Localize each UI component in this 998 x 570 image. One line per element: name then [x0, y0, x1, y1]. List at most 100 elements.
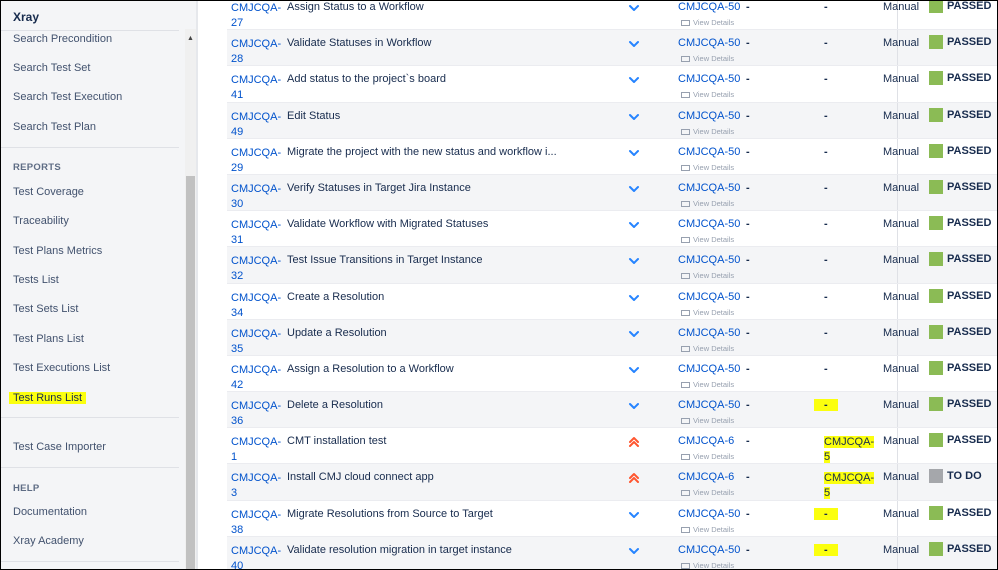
- test-execution-link[interactable]: CMJCQA-50: [678, 254, 740, 266]
- test-key-link[interactable]: CMJCQA- 36: [231, 399, 283, 429]
- test-execution-link[interactable]: CMJCQA-50: [678, 37, 740, 49]
- view-details-label[interactable]: View Details: [693, 452, 734, 461]
- test-key-line1[interactable]: CMJCQA-: [231, 219, 281, 231]
- test-key-line2[interactable]: 36: [231, 415, 243, 427]
- defect-link[interactable]: CMJCQA- 5: [824, 435, 875, 465]
- test-execution-link[interactable]: CMJCQA-6: [678, 471, 734, 483]
- test-key-line1[interactable]: CMJCQA-: [231, 183, 281, 195]
- view-details-link[interactable]: View Details: [681, 54, 734, 63]
- test-key-link[interactable]: CMJCQA- 1: [231, 435, 283, 465]
- test-key-line2[interactable]: 35: [231, 343, 243, 355]
- view-details-label[interactable]: View Details: [693, 235, 734, 244]
- test-key-line1[interactable]: CMJCQA-: [231, 545, 281, 557]
- sidebar-item-test-case-importer[interactable]: Test Case Importer: [13, 441, 106, 453]
- defect-key-line1[interactable]: CMJCQA-: [824, 472, 875, 485]
- sidebar-item-test-plans-metrics[interactable]: Test Plans Metrics: [13, 245, 102, 257]
- test-key-line1[interactable]: CMJCQA-: [231, 364, 281, 376]
- test-key-line2[interactable]: 40: [231, 560, 243, 569]
- view-details-label[interactable]: View Details: [693, 525, 734, 534]
- defect-key-line1[interactable]: CMJCQA-: [824, 436, 875, 449]
- test-key-link[interactable]: CMJCQA- 34: [231, 291, 283, 321]
- view-details-label[interactable]: View Details: [693, 199, 734, 208]
- view-details-link[interactable]: View Details: [681, 127, 734, 136]
- view-details-label[interactable]: View Details: [693, 344, 734, 353]
- test-key-line2[interactable]: 41: [231, 89, 243, 101]
- sidebar-item-search-test-execution[interactable]: Search Test Execution: [13, 91, 122, 103]
- view-details-link[interactable]: View Details: [681, 344, 734, 353]
- test-key-line1[interactable]: CMJCQA-: [231, 111, 281, 123]
- test-execution-link[interactable]: CMJCQA-50: [678, 291, 740, 303]
- scroll-up-arrow-icon[interactable]: ▲: [187, 35, 194, 42]
- test-key-line2[interactable]: 31: [231, 234, 243, 246]
- sidebar-item-search-test-plan[interactable]: Search Test Plan: [13, 121, 96, 133]
- test-execution-link[interactable]: CMJCQA-50: [678, 544, 740, 556]
- view-details-label[interactable]: View Details: [693, 163, 734, 172]
- sidebar-item-test-sets-list[interactable]: Test Sets List: [13, 303, 78, 315]
- view-details-link[interactable]: View Details: [681, 380, 734, 389]
- test-key-line1[interactable]: CMJCQA-: [231, 328, 281, 340]
- view-details-link[interactable]: View Details: [681, 308, 734, 317]
- test-key-line2[interactable]: 32: [231, 270, 243, 282]
- test-key-line2[interactable]: 28: [231, 53, 243, 65]
- test-execution-link[interactable]: CMJCQA-50: [678, 110, 740, 122]
- view-details-link[interactable]: View Details: [681, 416, 734, 425]
- test-key-link[interactable]: CMJCQA- 42: [231, 363, 283, 393]
- view-details-link[interactable]: View Details: [681, 163, 734, 172]
- test-key-line2[interactable]: 42: [231, 379, 243, 391]
- test-execution-link[interactable]: CMJCQA-50: [678, 73, 740, 85]
- sidebar-item-test-plans-list[interactable]: Test Plans List: [13, 333, 84, 345]
- test-key-link[interactable]: CMJCQA- 35: [231, 327, 283, 357]
- defect-link[interactable]: CMJCQA- 5: [824, 471, 875, 501]
- test-key-link[interactable]: CMJCQA- 29: [231, 146, 283, 176]
- test-key-line2[interactable]: 49: [231, 126, 243, 138]
- test-key-line1[interactable]: CMJCQA-: [231, 147, 281, 159]
- test-execution-link[interactable]: CMJCQA-50: [678, 218, 740, 230]
- test-key-line1[interactable]: CMJCQA-: [231, 436, 281, 448]
- test-key-line2[interactable]: 1: [231, 451, 237, 463]
- view-details-link[interactable]: View Details: [681, 271, 734, 280]
- sidebar-item-tests-list[interactable]: Tests List: [13, 274, 59, 286]
- test-execution-link[interactable]: CMJCQA-50: [678, 363, 740, 375]
- view-details-link[interactable]: View Details: [681, 452, 734, 461]
- defect-key-line2[interactable]: 5: [824, 487, 831, 500]
- view-details-label[interactable]: View Details: [693, 271, 734, 280]
- test-key-line2[interactable]: 30: [231, 198, 243, 210]
- test-key-line2[interactable]: 38: [231, 524, 243, 536]
- view-details-link[interactable]: View Details: [681, 525, 734, 534]
- sidebar-item-search-test-set[interactable]: Search Test Set: [13, 62, 90, 74]
- test-key-link[interactable]: CMJCQA- 31: [231, 218, 283, 248]
- test-key-line1[interactable]: CMJCQA-: [231, 38, 281, 50]
- view-details-link[interactable]: View Details: [681, 488, 734, 497]
- sidebar-item-traceability[interactable]: Traceability: [13, 215, 69, 227]
- test-key-line2[interactable]: 34: [231, 307, 243, 319]
- test-key-line2[interactable]: 3: [231, 487, 237, 499]
- test-key-line1[interactable]: CMJCQA-: [231, 2, 281, 14]
- sidebar-item-documentation[interactable]: Documentation: [13, 506, 87, 518]
- view-details-label[interactable]: View Details: [693, 488, 734, 497]
- test-key-line1[interactable]: CMJCQA-: [231, 400, 281, 412]
- view-details-label[interactable]: View Details: [693, 90, 734, 99]
- test-key-line1[interactable]: CMJCQA-: [231, 255, 281, 267]
- view-details-label[interactable]: View Details: [693, 18, 734, 27]
- test-execution-link[interactable]: CMJCQA-50: [678, 508, 740, 520]
- test-key-line2[interactable]: 29: [231, 162, 243, 174]
- view-details-label[interactable]: View Details: [693, 54, 734, 63]
- sidebar-item-search-precondition[interactable]: Search Precondition: [13, 33, 112, 45]
- view-details-label[interactable]: View Details: [693, 561, 734, 569]
- sidebar-scrollbar[interactable]: ▲: [185, 29, 196, 569]
- view-details-link[interactable]: View Details: [681, 18, 734, 27]
- defect-key-line2[interactable]: 5: [824, 451, 831, 464]
- view-details-link[interactable]: View Details: [681, 199, 734, 208]
- test-execution-link[interactable]: CMJCQA-50: [678, 182, 740, 194]
- sidebar-item-test-executions-list[interactable]: Test Executions List: [13, 362, 110, 374]
- scrollbar-thumb[interactable]: [186, 176, 195, 569]
- test-key-line1[interactable]: CMJCQA-: [231, 472, 281, 484]
- test-execution-link[interactable]: CMJCQA-6: [678, 435, 734, 447]
- test-key-link[interactable]: CMJCQA- 30: [231, 182, 283, 212]
- test-key-link[interactable]: CMJCQA- 28: [231, 37, 283, 67]
- view-details-link[interactable]: View Details: [681, 235, 734, 244]
- test-key-line1[interactable]: CMJCQA-: [231, 509, 281, 521]
- view-details-link[interactable]: View Details: [681, 561, 734, 569]
- test-key-link[interactable]: CMJCQA- 40: [231, 544, 283, 569]
- sidebar-item-test-runs-list[interactable]: Test Runs List: [9, 392, 87, 404]
